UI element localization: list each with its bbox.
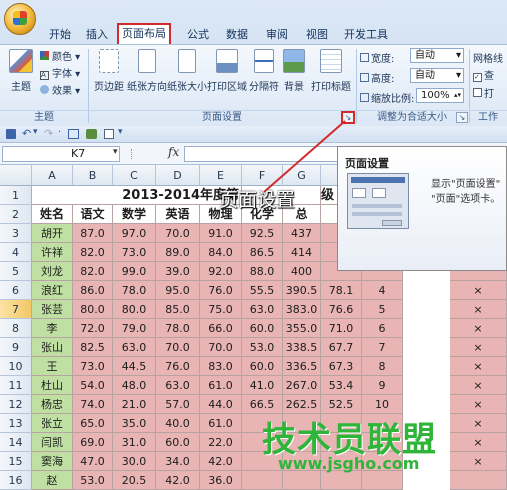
annotation-arrow bbox=[263, 120, 346, 193]
watermark-url: www.jsgho.com bbox=[278, 454, 420, 473]
callout-label: 页面设置 bbox=[219, 189, 296, 211]
